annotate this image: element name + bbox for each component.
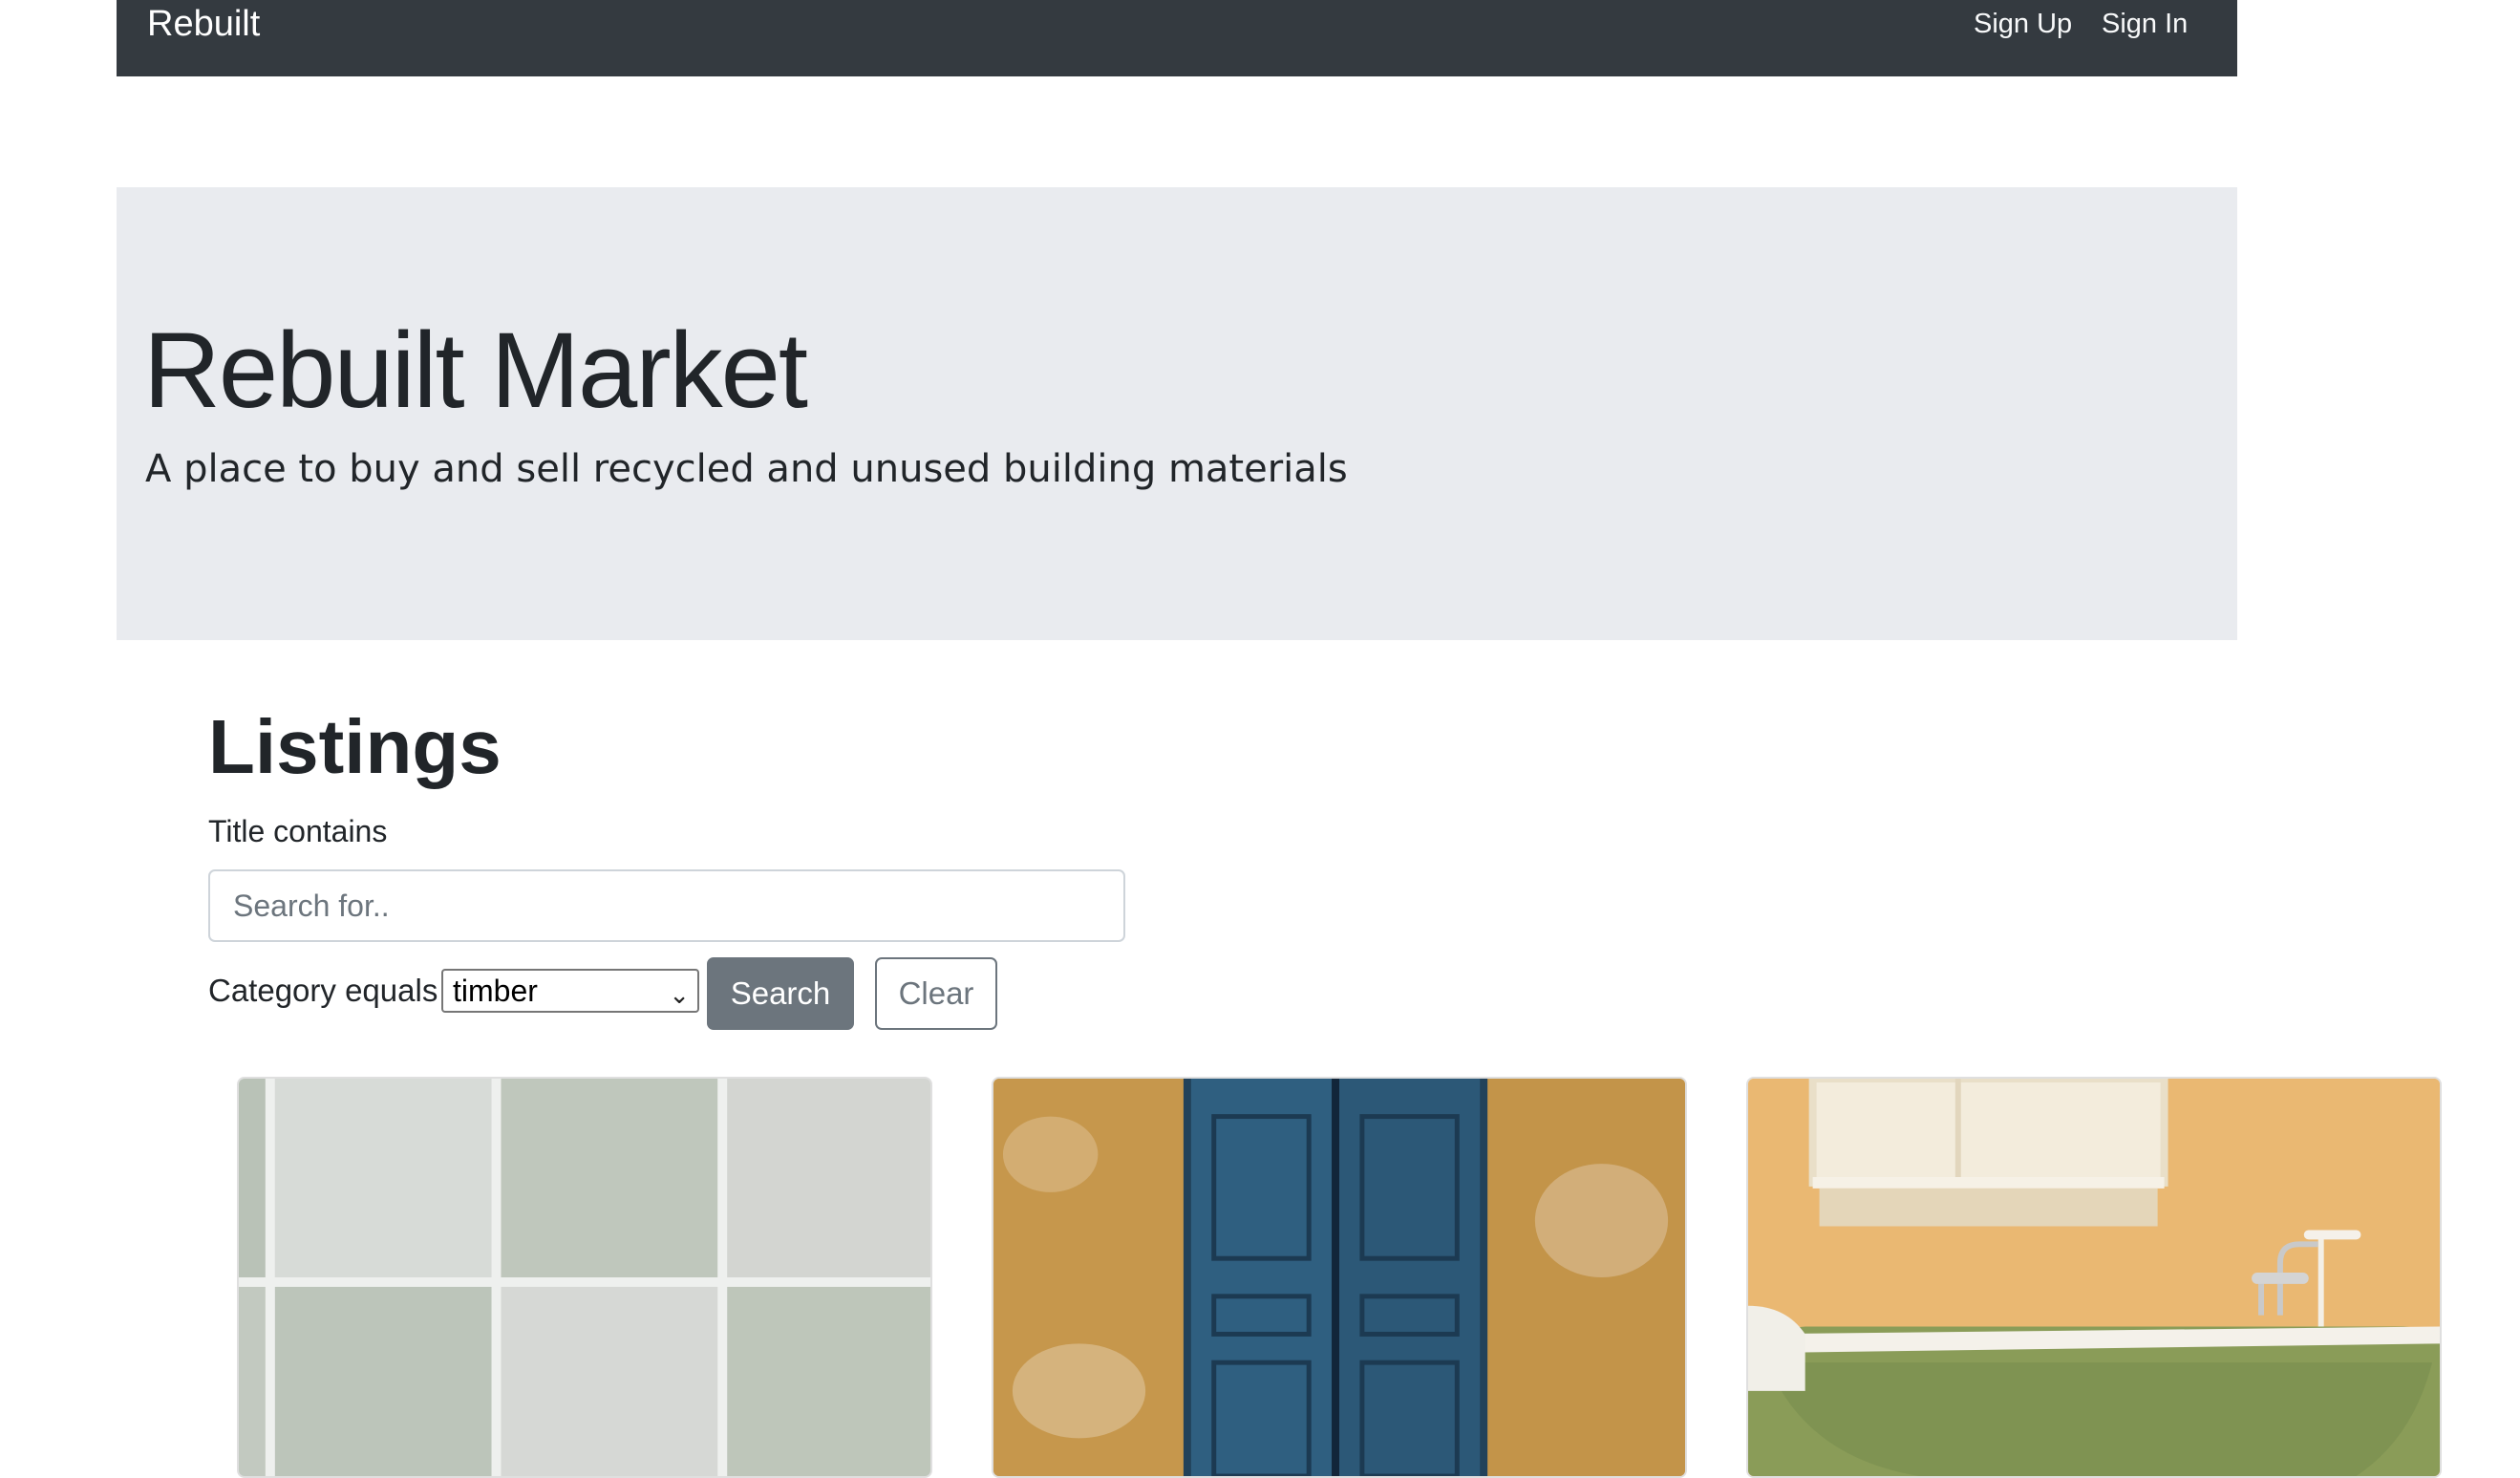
clear-button[interactable]: Clear [875,957,997,1030]
top-navbar: Rebuilt Sign Up Sign In [117,0,2237,76]
category-filter-label: Category equals [208,973,438,1008]
search-button[interactable]: Search [707,957,854,1030]
listing-card[interactable] [992,1077,1687,1478]
category-selected-value: timber [453,974,538,1008]
sign-in-link[interactable]: Sign In [2102,0,2188,48]
title-filter-label: Title contains [208,814,388,848]
blue-door-photo [993,1079,1685,1476]
brand-link[interactable]: Rebuilt [147,0,260,48]
listings-heading: Listings [208,704,502,789]
listing-card[interactable] [1746,1077,2442,1478]
hero-jumbotron: Rebuilt Market A place to buy and sell r… [117,187,2237,640]
sign-up-link[interactable]: Sign Up [1974,0,2072,48]
chevron-down-icon: ⌄ [669,980,690,1009]
bathtub-photo [1748,1079,2440,1476]
hero-title: Rebuilt Market [143,311,808,430]
tiles-photo [239,1079,930,1476]
category-select[interactable]: timber ⌄ [441,969,699,1013]
listing-card[interactable] [237,1077,932,1478]
hero-lead: A place to buy and sell recycled and unu… [145,447,1348,491]
title-search-input[interactable] [208,869,1125,942]
